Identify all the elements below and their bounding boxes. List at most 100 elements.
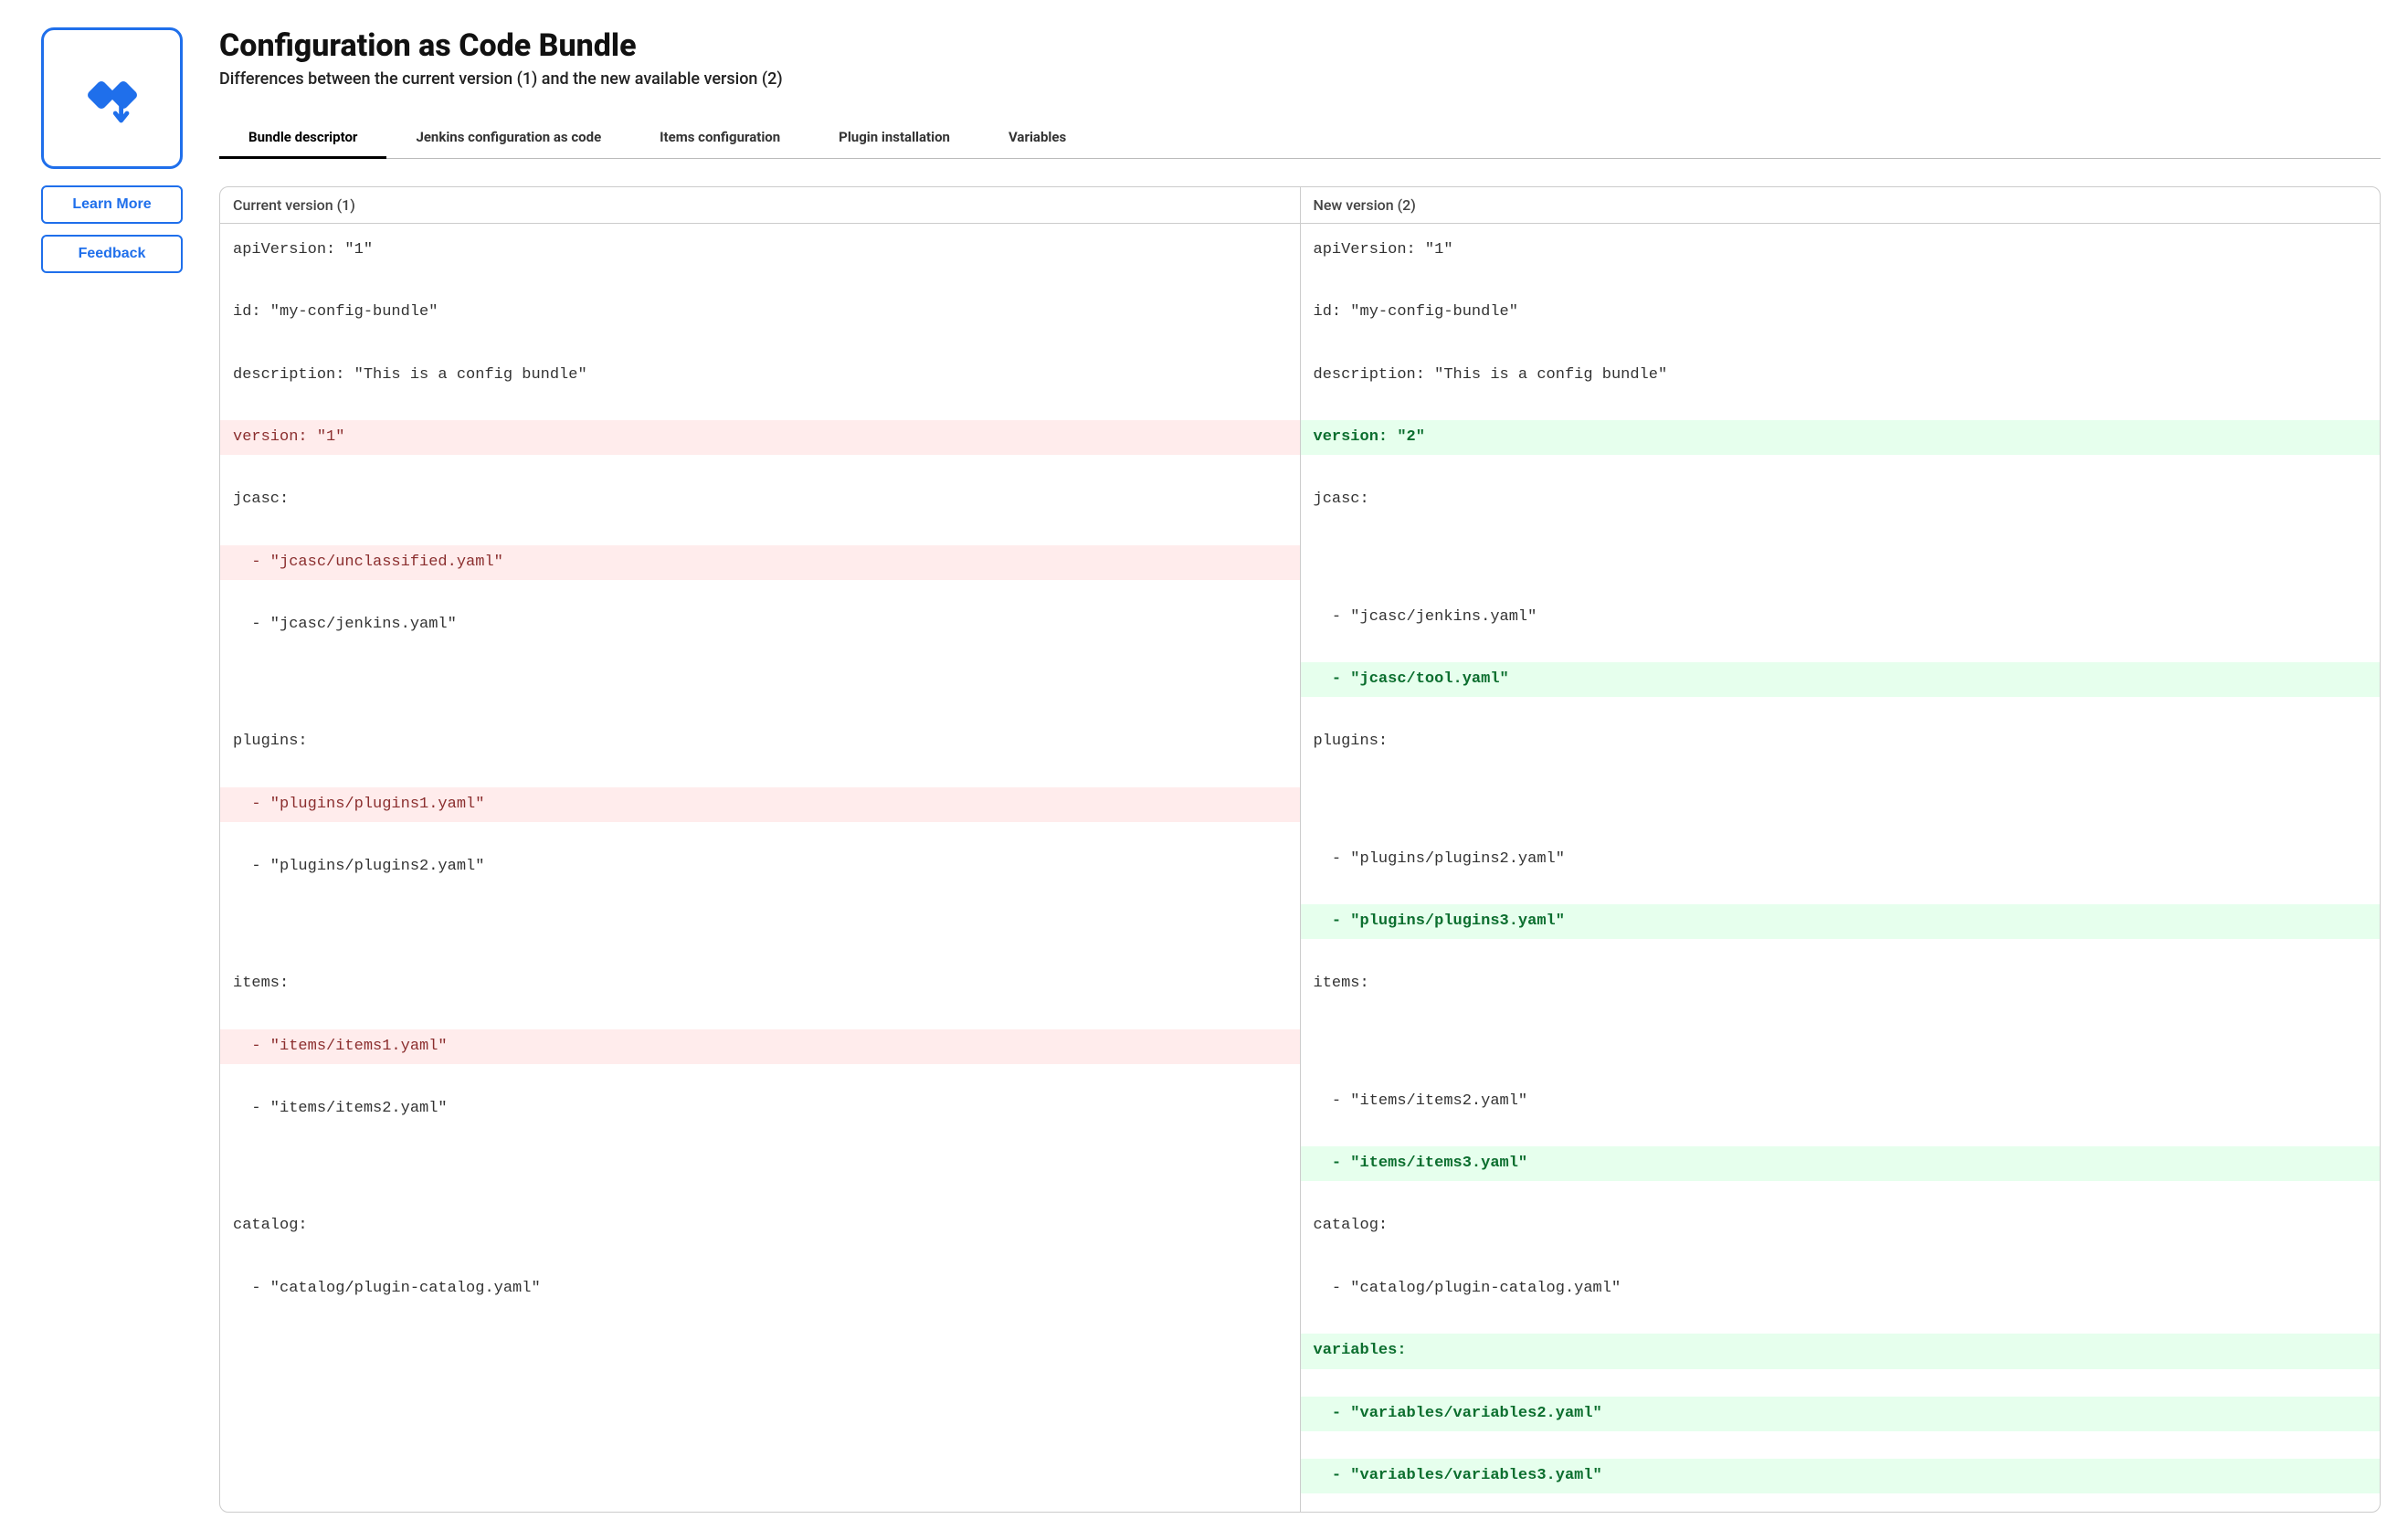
diff-right-column: New version (2) apiVersion: "1" id: "my-c… [1300, 187, 2381, 1512]
diff-line-right [1301, 877, 2381, 904]
diff-line-right [1301, 1181, 2381, 1208]
diff-line-left [220, 697, 1300, 724]
tab-jenkins-configuration-as-code[interactable]: Jenkins configuration as code [386, 118, 630, 158]
diff-line-left: description: "This is a config bundle" [220, 358, 1300, 393]
tab-bar: Bundle descriptorJenkins configuration a… [219, 118, 2381, 159]
diff-line-left [220, 822, 1300, 849]
diff-line-left [220, 393, 1300, 420]
app-logo [41, 27, 183, 169]
diff-line-right [1301, 815, 2381, 842]
diff-line-right [1301, 1002, 2381, 1029]
diff-line-left [220, 884, 1300, 912]
diff-line-right [1301, 455, 2381, 482]
learn-more-button[interactable]: Learn More [41, 185, 183, 224]
diff-line-right [1301, 1244, 2381, 1271]
diff-line-right [1301, 697, 2381, 724]
diff-line-right: items: [1301, 966, 2381, 1001]
diff-line-left: - "plugins/plugins2.yaml" [220, 849, 1300, 884]
diff-line-left: - "jcasc/jenkins.yaml" [220, 607, 1300, 642]
diff-line-right: - "variables/variables3.yaml" [1301, 1459, 2381, 1493]
diff-line-left: apiVersion: "1" [220, 233, 1300, 268]
page-title: Configuration as Code Bundle [219, 27, 2381, 64]
diff-line-left [220, 1126, 1300, 1154]
diff-line-right [1301, 268, 2381, 295]
diff-line-left [220, 1306, 1300, 1334]
diff-line-left: - "items/items1.yaml" [220, 1029, 1300, 1064]
diff-line-left: version: "1" [220, 420, 1300, 455]
tab-bundle-descriptor[interactable]: Bundle descriptor [219, 118, 386, 158]
diff-line-left: - "plugins/plugins1.yaml" [220, 787, 1300, 822]
diff-line-right: - "jcasc/jenkins.yaml" [1301, 600, 2381, 635]
tab-items-configuration[interactable]: Items configuration [630, 118, 809, 158]
diff-line-right: jcasc: [1301, 482, 2381, 517]
diff-line-left [220, 1244, 1300, 1271]
main-content: Configuration as Code Bundle Differences… [219, 27, 2381, 1513]
diff-line-left: plugins: [220, 724, 1300, 759]
diff-line-right: version: "2" [1301, 420, 2381, 455]
diff-line-left [220, 518, 1300, 545]
diff-line-right [1301, 518, 2381, 545]
diff-line-left: - "catalog/plugin-catalog.yaml" [220, 1271, 1300, 1306]
tab-plugin-installation[interactable]: Plugin installation [809, 118, 979, 158]
diff-right-code: apiVersion: "1"id: "my-config-bundle"des… [1301, 224, 2381, 1512]
diff-line-right [1301, 1057, 2381, 1084]
diff-line-left [220, 1388, 1300, 1416]
diff-line-left [220, 580, 1300, 607]
diff-line-right [1301, 393, 2381, 420]
diff-line-left [220, 1002, 1300, 1029]
diff-line-right: - "catalog/plugin-catalog.yaml" [1301, 1271, 2381, 1306]
diff-line-left [220, 912, 1300, 939]
diff-line-left [220, 760, 1300, 787]
page-subtitle: Differences between the current version … [219, 69, 2381, 89]
tab-variables[interactable]: Variables [979, 118, 1095, 158]
diff-line-left [220, 670, 1300, 697]
diff-right-header: New version (2) [1301, 187, 2381, 224]
diff-line-right: plugins: [1301, 724, 2381, 759]
diff-left-code: apiVersion: "1" id: "my-config-bundle" des… [220, 224, 1300, 1489]
sidebar: Learn More Feedback [41, 27, 183, 1513]
diff-line-right [1301, 760, 2381, 787]
diff-line-left [220, 1154, 1300, 1181]
diff-line-left: catalog: [220, 1208, 1300, 1243]
diff-left-column: Current version (1) apiVersion: "1"id: "… [220, 187, 1300, 1512]
diff-line-left [220, 1181, 1300, 1208]
diff-line-left [220, 939, 1300, 966]
diff-line-right [1301, 1029, 2381, 1057]
bundle-icon [76, 62, 149, 135]
diff-line-right [1301, 1119, 2381, 1146]
diff-line-right: - "items/items3.yaml" [1301, 1146, 2381, 1181]
diff-line-right: - "jcasc/tool.yaml" [1301, 662, 2381, 697]
diff-line-left [220, 268, 1300, 295]
diff-line-left [220, 1416, 1300, 1443]
diff-line-right: - "items/items2.yaml" [1301, 1084, 2381, 1119]
diff-line-right: id: "my-config-bundle" [1301, 295, 2381, 330]
diff-line-right: catalog: [1301, 1208, 2381, 1243]
diff-line-right [1301, 635, 2381, 662]
diff-line-left: jcasc: [220, 482, 1300, 517]
diff-line-right: - "plugins/plugins2.yaml" [1301, 842, 2381, 877]
diff-line-right [1301, 573, 2381, 600]
diff-line-right [1301, 1306, 2381, 1334]
diff-line-left [220, 1443, 1300, 1471]
diff-line-left: - "jcasc/unclassified.yaml" [220, 545, 1300, 580]
diff-line-left [220, 642, 1300, 670]
diff-line-left: id: "my-config-bundle" [220, 295, 1300, 330]
feedback-button[interactable]: Feedback [41, 235, 183, 273]
diff-line-right: apiVersion: "1" [1301, 233, 2381, 268]
diff-line-right [1301, 1431, 2381, 1459]
diff-line-left [220, 1064, 1300, 1092]
diff-line-right [1301, 787, 2381, 815]
diff-line-left: items: [220, 966, 1300, 1001]
diff-line-left: - "items/items2.yaml" [220, 1092, 1300, 1126]
diff-line-right [1301, 1369, 2381, 1397]
diff-line-right [1301, 939, 2381, 966]
diff-line-left [220, 1334, 1300, 1361]
diff-panel: Current version (1) apiVersion: "1"id: "… [219, 186, 2381, 1513]
diff-line-left [220, 455, 1300, 482]
diff-line-left [220, 331, 1300, 358]
diff-line-right: - "variables/variables2.yaml" [1301, 1397, 2381, 1431]
diff-line-right: variables: [1301, 1334, 2381, 1368]
diff-line-right [1301, 545, 2381, 573]
diff-line-left [220, 1361, 1300, 1388]
diff-line-right [1301, 331, 2381, 358]
